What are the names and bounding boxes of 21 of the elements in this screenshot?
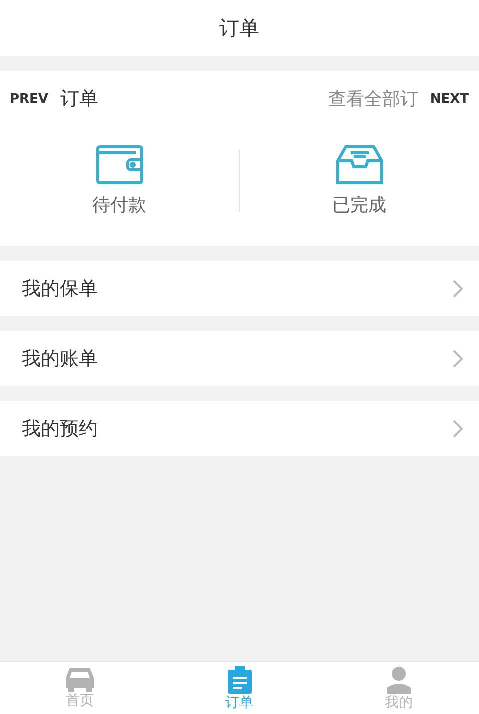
order-status-label[interactable]: 待付款 <box>92 192 146 216</box>
next-button[interactable]: NEXT <box>426 92 473 106</box>
menu-label: 我的保单 <box>22 276 98 302</box>
chevron-right-icon <box>453 350 463 368</box>
inbox-tray-icon[interactable] <box>336 144 384 184</box>
person-icon <box>385 666 414 694</box>
orders-title: 订单 <box>60 87 98 112</box>
menu-row[interactable]: 我的保单 <box>0 261 479 316</box>
page-title: 订单 <box>220 14 260 42</box>
wallet-icon[interactable] <box>96 144 144 184</box>
prev-button[interactable]: PREV <box>6 92 52 106</box>
clipboard-icon <box>226 666 254 694</box>
menu-row[interactable]: 我的预约 <box>0 401 479 456</box>
view-all-link[interactable]: 查看全部订 <box>328 87 418 111</box>
chevron-right-icon <box>453 420 463 438</box>
car-icon <box>64 666 96 692</box>
menu-label: 我的预约 <box>22 416 98 442</box>
chevron-right-icon <box>453 280 463 298</box>
menu-label: 我的账单 <box>22 346 98 372</box>
order-status-label[interactable]: 已完成 <box>332 192 386 216</box>
menu-row[interactable]: 我的账单 <box>0 331 479 386</box>
